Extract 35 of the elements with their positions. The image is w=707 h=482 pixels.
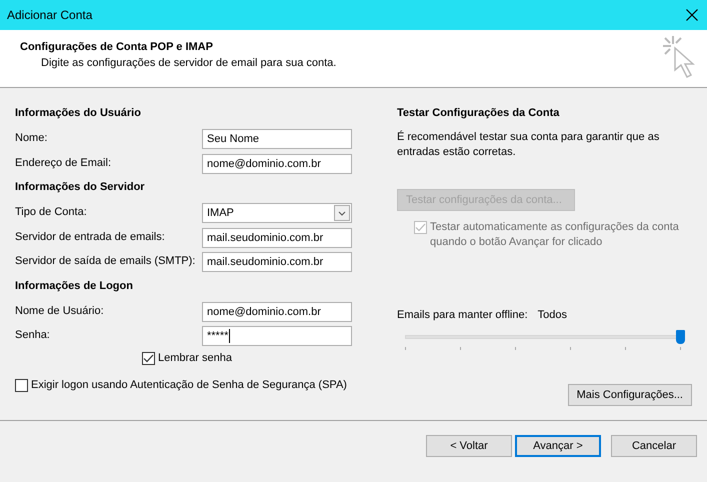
account-type-dropdown[interactable]: IMAP <box>202 203 352 223</box>
dialog-button[interactable]: Avançar > <box>515 435 601 457</box>
input-field[interactable]: Seu Nome <box>202 129 352 149</box>
input-field[interactable]: mail.seudominio.com.br <box>202 228 352 248</box>
window-title: Adicionar Conta <box>7 8 92 22</box>
field-label: Servidor de entrada de emails: <box>15 230 165 244</box>
dialog-button[interactable]: < Voltar <box>426 435 512 457</box>
field-label: Servidor de saída de emails (SMTP): <box>15 254 196 269</box>
section-heading: Informações do Servidor <box>15 180 146 195</box>
offline-value: Todos <box>538 309 567 321</box>
field-label: Tipo de Conta: <box>15 205 87 220</box>
field-label: Senha: <box>15 328 50 343</box>
field-label: Endereço de Email: <box>15 156 111 170</box>
field-label: Nome: <box>15 131 48 146</box>
dropdown-caret-icon[interactable] <box>334 205 350 221</box>
checkmark-icon <box>143 354 154 362</box>
field-label: Nome de Usuário: <box>15 304 104 318</box>
test-description: É recomendável testar sua conta para garantir que as entradas estão corretas. <box>397 130 660 160</box>
page-title: Configurações de Conta POP e IMAP <box>20 41 214 53</box>
close-icon[interactable] <box>686 9 698 21</box>
password-field[interactable]: ***** <box>202 326 352 346</box>
spa-checkbox[interactable]: Exigir logon usando Autenticação de Senha de Segurança (SPA) <box>15 378 352 392</box>
page-subtitle: Digite as configurações de servidor de email para sua conta. <box>41 57 336 69</box>
input-field[interactable]: nome@dominio.com.br <box>202 302 352 322</box>
checkmark-icon <box>415 223 426 232</box>
input-field[interactable]: nome@dominio.com.br <box>202 154 352 174</box>
dialog-button[interactable]: Cancelar <box>611 435 697 457</box>
section-heading: Informações do Usuário <box>15 106 142 121</box>
input-field[interactable]: mail.seudominio.com.br <box>202 252 352 272</box>
more-settings-button[interactable]: Mais Configurações... <box>568 384 692 406</box>
slider-thumb[interactable] <box>676 330 685 344</box>
remember-password-checkbox[interactable]: Lembrar senha <box>142 350 232 364</box>
section-heading: Informações de Logon <box>15 278 134 294</box>
offline-label: Emails para manter offline: <box>397 309 528 321</box>
section-heading: Testar Configurações da Conta <box>397 106 560 121</box>
